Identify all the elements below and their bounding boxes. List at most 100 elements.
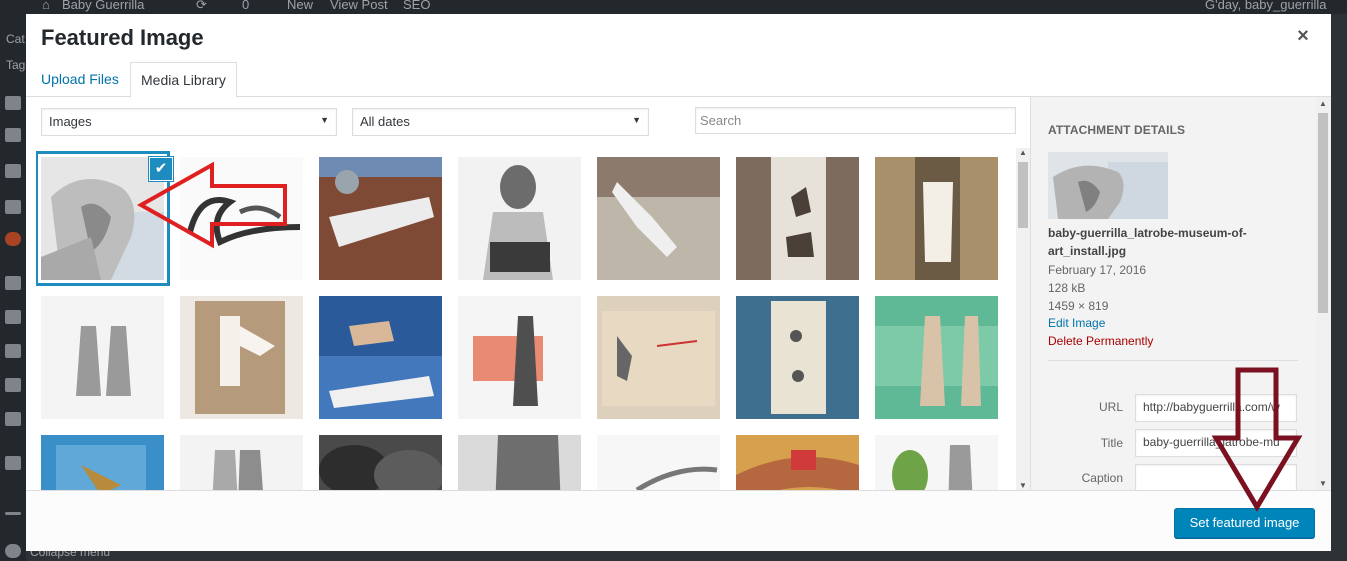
attachment-thumbnail[interactable] — [875, 296, 998, 419]
settings-menu-icon[interactable] — [5, 412, 21, 426]
modal-footer-toolbar: Set featured image — [26, 490, 1331, 551]
thumbnail-image — [180, 157, 303, 280]
attachment-thumbnail[interactable] — [319, 435, 442, 490]
attachment-thumbnail[interactable] — [736, 157, 859, 280]
thumbnail-image — [41, 157, 164, 280]
comments-menu-icon[interactable] — [5, 164, 21, 178]
collapse-menu-icon[interactable] — [5, 544, 21, 558]
thumbnail-image — [180, 435, 303, 490]
grid-scrollbar-thumb[interactable] — [1018, 162, 1028, 228]
scroll-up-icon[interactable]: ▲ — [1016, 148, 1030, 157]
tab-media-library[interactable]: Media Library — [130, 62, 237, 98]
admin-bar-seo[interactable]: SEO — [403, 0, 430, 12]
seo-menu-icon[interactable] — [5, 456, 21, 470]
pages-menu-icon[interactable] — [5, 128, 21, 142]
thumbnail-image — [597, 296, 720, 419]
thumbnail-image — [736, 435, 859, 490]
attachment-thumbnail[interactable] — [875, 157, 998, 280]
url-field[interactable]: http://babyguerrilla.com/w — [1135, 394, 1297, 422]
admin-bar-view-post[interactable]: View Post — [330, 0, 388, 12]
attachment-thumbnail[interactable] — [41, 157, 164, 280]
checkmark-icon[interactable]: ✔ — [149, 157, 173, 181]
title-label: Title — [1100, 436, 1123, 450]
thumbnail-image — [875, 296, 998, 419]
admin-bar-greeting[interactable]: G'day, baby_guerrilla — [1205, 0, 1326, 12]
admin-bar-site-icon[interactable]: ⌂ — [42, 0, 50, 12]
thumbnail-image — [597, 435, 720, 490]
admin-bar-comments-count[interactable]: 0 — [242, 0, 249, 12]
attachment-thumbnail[interactable] — [597, 157, 720, 280]
sidebar-scrollbar[interactable]: ▲ ▼ — [1316, 97, 1331, 490]
attachment-thumbnail[interactable] — [41, 296, 164, 419]
date-filter[interactable]: All dates ▼ — [352, 108, 649, 136]
admin-bar-new[interactable]: New — [287, 0, 313, 12]
attachment-thumbnail[interactable] — [41, 435, 164, 490]
thumbnail-image — [875, 157, 998, 280]
url-label: URL — [1098, 400, 1123, 414]
thumbnail-image — [458, 157, 581, 280]
modal-backdrop-right — [1331, 14, 1347, 561]
thumbnail-image — [736, 296, 859, 419]
set-featured-image-button[interactable]: Set featured image — [1174, 508, 1315, 538]
attachment-filename: baby-guerrilla_latrobe-museum-of-art_ins… — [1048, 226, 1247, 258]
scroll-up-icon[interactable]: ▲ — [1316, 99, 1330, 108]
grid-scrollbar[interactable]: ▲ ▼ — [1016, 148, 1030, 490]
scroll-down-icon[interactable]: ▼ — [1316, 479, 1330, 488]
attachments-grid — [36, 148, 1016, 490]
admin-menu-item-tags[interactable]: Tag — [6, 58, 25, 72]
attachment-thumbnail[interactable] — [458, 435, 581, 490]
media-type-filter[interactable]: Images ▼ — [41, 108, 337, 136]
attachment-dimensions: 1459 × 819 — [1048, 299, 1109, 313]
attachment-thumbnail[interactable] — [458, 296, 581, 419]
attachment-thumbnail[interactable] — [597, 296, 720, 419]
appearance-menu-icon[interactable] — [5, 276, 21, 290]
caption-field[interactable] — [1135, 464, 1297, 490]
title-field[interactable]: baby-guerrilla_latrobe-mu — [1135, 429, 1297, 457]
attachment-thumbnail[interactable] — [180, 157, 303, 280]
hamburger-menu-icon[interactable] — [5, 512, 21, 515]
admin-bar: ⌂ Baby Guerrilla ⟳ 0 New View Post SEO G… — [0, 0, 1347, 14]
thumbnail-image — [458, 435, 581, 490]
admin-bar-updates-icon[interactable]: ⟳ — [196, 0, 207, 13]
attachment-thumbnail[interactable] — [875, 435, 998, 490]
attachment-thumbnail[interactable] — [180, 435, 303, 490]
thumbnail-image — [41, 296, 164, 419]
thumbnail-image — [458, 296, 581, 419]
attachment-thumbnail[interactable] — [736, 435, 859, 490]
users-menu-icon[interactable] — [5, 344, 21, 358]
attachment-thumbnail[interactable] — [736, 296, 859, 419]
search-input[interactable] — [695, 107, 1016, 134]
cv-menu-icon[interactable] — [5, 232, 21, 246]
tools-menu-icon[interactable] — [5, 378, 21, 392]
contact-menu-icon[interactable] — [5, 200, 21, 214]
dropdown-arrow-icon: ▼ — [320, 115, 329, 125]
dropdown-arrow-icon: ▼ — [632, 115, 641, 125]
thumbnail-image — [319, 157, 442, 280]
thumbnail-image — [319, 435, 442, 490]
modal-backdrop-bottom: Collapse menu — [26, 545, 1347, 561]
close-icon[interactable]: × — [1293, 26, 1313, 46]
attachment-thumbnail[interactable] — [458, 157, 581, 280]
plugins-menu-icon[interactable] — [5, 310, 21, 324]
modal-title: Featured Image — [41, 25, 204, 50]
media-type-filter-value: Images — [49, 114, 92, 129]
featured-image-modal: Featured Image × Upload Files Media Libr… — [26, 14, 1331, 551]
attachment-thumbnail[interactable] — [319, 157, 442, 280]
thumbnail-image — [41, 435, 164, 490]
scroll-down-icon[interactable]: ▼ — [1016, 481, 1030, 490]
tab-upload-files[interactable]: Upload Files — [31, 62, 129, 97]
admin-menu-item-categories[interactable]: Cat — [6, 32, 25, 46]
edit-image-link[interactable]: Edit Image — [1048, 316, 1105, 330]
delete-permanently-link[interactable]: Delete Permanently — [1048, 334, 1153, 348]
attachment-thumbnail[interactable] — [180, 296, 303, 419]
thumbnail-image — [736, 157, 859, 280]
admin-bar-site-name[interactable]: Baby Guerrilla — [62, 0, 144, 12]
attachment-thumbnail[interactable] — [319, 296, 442, 419]
preview-image — [1048, 152, 1168, 219]
sidebar-scrollbar-thumb[interactable] — [1318, 113, 1328, 313]
attachment-thumbnail[interactable] — [597, 435, 720, 490]
thumbnail-image — [180, 296, 303, 419]
attachment-filesize: 128 kB — [1048, 281, 1086, 295]
date-filter-value: All dates — [360, 114, 410, 129]
media-menu-icon[interactable] — [5, 96, 21, 110]
